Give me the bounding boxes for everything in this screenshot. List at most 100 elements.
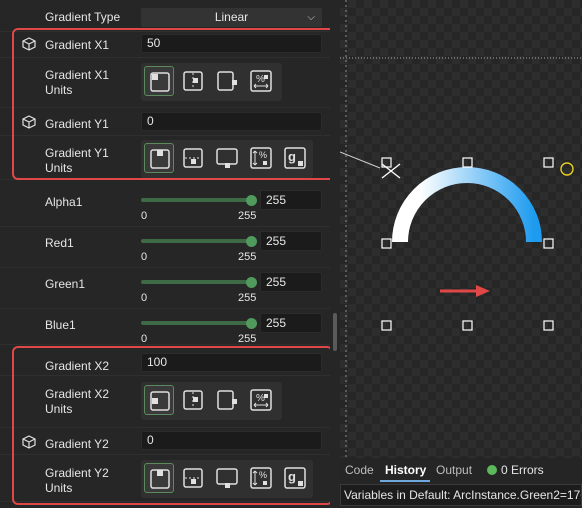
- alpha1-slider-track[interactable]: [141, 198, 251, 202]
- pixels-from-center-icon[interactable]: [178, 143, 208, 173]
- canvas-drawing: [340, 0, 582, 458]
- gradient-x1-units-selector: %: [141, 63, 282, 101]
- gradient-y2-input[interactable]: 0: [141, 431, 322, 450]
- gradient-x2-units-label: Gradient X2 Units: [45, 387, 109, 417]
- resize-handle-bottom-left[interactable]: [381, 320, 392, 331]
- green1-slider-track[interactable]: [141, 280, 251, 284]
- alpha1-max-label: 255: [238, 210, 257, 222]
- percent-of-container-icon[interactable]: %: [246, 66, 276, 96]
- row-gradient-y1: Gradient Y1 0: [0, 110, 330, 136]
- resize-handle-top[interactable]: [462, 157, 473, 168]
- status-bar: Variables in Default: ArcInstance.Green2…: [340, 484, 582, 506]
- tab-history[interactable]: History: [385, 463, 426, 478]
- label-line2: Units: [45, 83, 73, 97]
- resize-handle-bottom[interactable]: [462, 320, 473, 331]
- resize-handle-right[interactable]: [543, 238, 554, 249]
- gradient-y2-label: Gradient Y2: [45, 437, 109, 451]
- rotation-handle-icon[interactable]: [560, 162, 574, 176]
- row-gradient-y1-units: Gradient Y1 Units % g: [0, 136, 330, 180]
- chevron-down-icon: ⌵: [307, 12, 315, 23]
- row-gradient-x2-units: Gradient X2 Units %: [0, 376, 330, 428]
- arrow-head-icon: [476, 285, 490, 297]
- scrollbar-thumb[interactable]: [333, 313, 337, 351]
- percent-of-container-icon[interactable]: %: [246, 143, 276, 173]
- editor-canvas[interactable]: [340, 0, 582, 458]
- label-line1: Gradient Y2: [45, 466, 109, 480]
- gradient-x1-input[interactable]: 50: [141, 34, 322, 53]
- pixels-from-center-icon[interactable]: [178, 66, 208, 96]
- row-gradient-type: Gradient Type Linear ⌵: [0, 4, 330, 32]
- blue1-max-label: 255: [238, 333, 257, 345]
- red1-slider-track[interactable]: [141, 239, 251, 243]
- label-line2: Units: [45, 481, 73, 495]
- arc-instance[interactable]: [392, 167, 542, 243]
- gradient-y2-units-selector: % g: [141, 460, 313, 498]
- gradient-y1-units-label: Gradient Y1 Units: [45, 146, 109, 176]
- label-line2: Units: [45, 161, 73, 175]
- row-red1: Red1 0 255 255: [0, 227, 330, 268]
- blue1-slider-track[interactable]: [141, 321, 251, 325]
- gradient-type-dropdown[interactable]: Linear ⌵: [141, 8, 322, 27]
- row-gradient-x2: Gradient X2 100: [0, 350, 330, 376]
- tab-errors[interactable]: 0 Errors: [501, 463, 544, 478]
- red1-input[interactable]: 255: [260, 231, 322, 251]
- green1-label: Green1: [45, 277, 86, 291]
- pixels-absolute-icon[interactable]: [144, 463, 174, 493]
- resize-handle-left[interactable]: [381, 238, 392, 249]
- pixels-absolute-icon[interactable]: [144, 66, 174, 96]
- red1-label: Red1: [45, 236, 74, 250]
- percent-of-container-icon[interactable]: %: [246, 385, 276, 415]
- variable-cube-icon: [22, 435, 36, 449]
- pixels-from-baseline-icon[interactable]: g: [280, 463, 310, 493]
- green1-slider-thumb[interactable]: [246, 277, 257, 288]
- pixels-from-baseline-icon[interactable]: g: [280, 143, 310, 173]
- variable-cube-icon: [22, 37, 36, 51]
- gradient-y1-input[interactable]: 0: [141, 112, 322, 131]
- percent-of-container-icon[interactable]: %: [246, 463, 276, 493]
- label-line1: Gradient X2: [45, 387, 110, 401]
- blue1-min-label: 0: [141, 333, 148, 345]
- svg-text:%: %: [259, 150, 267, 160]
- svg-text:%: %: [259, 470, 267, 480]
- label-line2: Units: [45, 402, 73, 416]
- tab-code[interactable]: Code: [345, 463, 374, 478]
- pixels-from-center-icon[interactable]: [178, 385, 208, 415]
- svg-text:%: %: [256, 393, 265, 404]
- blue1-slider-thumb[interactable]: [246, 318, 257, 329]
- row-alpha1: Alpha1 0 255 255: [0, 186, 330, 227]
- row-gradient-y2-units: Gradient Y2 Units % g: [0, 456, 330, 502]
- green1-input[interactable]: 255: [260, 272, 322, 292]
- row-gradient-y2: Gradient Y2 0: [0, 429, 330, 455]
- svg-text:%: %: [256, 74, 265, 85]
- green1-min-label: 0: [141, 292, 148, 304]
- gradient-type-value: Linear: [214, 10, 249, 24]
- svg-text:g: g: [288, 469, 296, 484]
- resize-handle-bottom-right[interactable]: [543, 320, 554, 331]
- label-line1: Gradient X1: [45, 68, 110, 82]
- gradient-type-label: Gradient Type: [45, 10, 121, 24]
- red1-max-label: 255: [238, 251, 257, 263]
- gradient-x1-units-label: Gradient X1 Units: [45, 68, 109, 98]
- alpha1-slider-thumb[interactable]: [246, 195, 257, 206]
- blue1-input[interactable]: 255: [260, 313, 322, 333]
- pixels-from-center-icon[interactable]: [178, 463, 208, 493]
- row-gradient-x1-units: Gradient X1 Units %: [0, 58, 330, 108]
- pixels-from-far-edge-icon[interactable]: [212, 463, 242, 493]
- gradient-x2-input[interactable]: 100: [141, 353, 322, 372]
- resize-handle-top-right[interactable]: [543, 157, 554, 168]
- red1-slider-thumb[interactable]: [246, 236, 257, 247]
- pixels-from-far-edge-icon[interactable]: [212, 143, 242, 173]
- properties-scrollbar[interactable]: [330, 0, 340, 508]
- status-ok-icon: [487, 465, 497, 475]
- alpha1-min-label: 0: [141, 210, 148, 222]
- alpha1-input[interactable]: 255: [260, 190, 322, 210]
- tab-output[interactable]: Output: [436, 463, 472, 478]
- pixels-absolute-icon[interactable]: [144, 143, 174, 173]
- gradient-y2-units-label: Gradient Y2 Units: [45, 466, 109, 496]
- gradient-x1-label: Gradient X1: [45, 38, 110, 52]
- pixels-from-far-edge-icon[interactable]: [212, 66, 242, 96]
- pixels-absolute-icon[interactable]: [144, 385, 174, 415]
- pixels-from-far-edge-icon[interactable]: [212, 385, 242, 415]
- gradient-x2-label: Gradient X2: [45, 359, 110, 373]
- svg-text:g: g: [288, 149, 296, 164]
